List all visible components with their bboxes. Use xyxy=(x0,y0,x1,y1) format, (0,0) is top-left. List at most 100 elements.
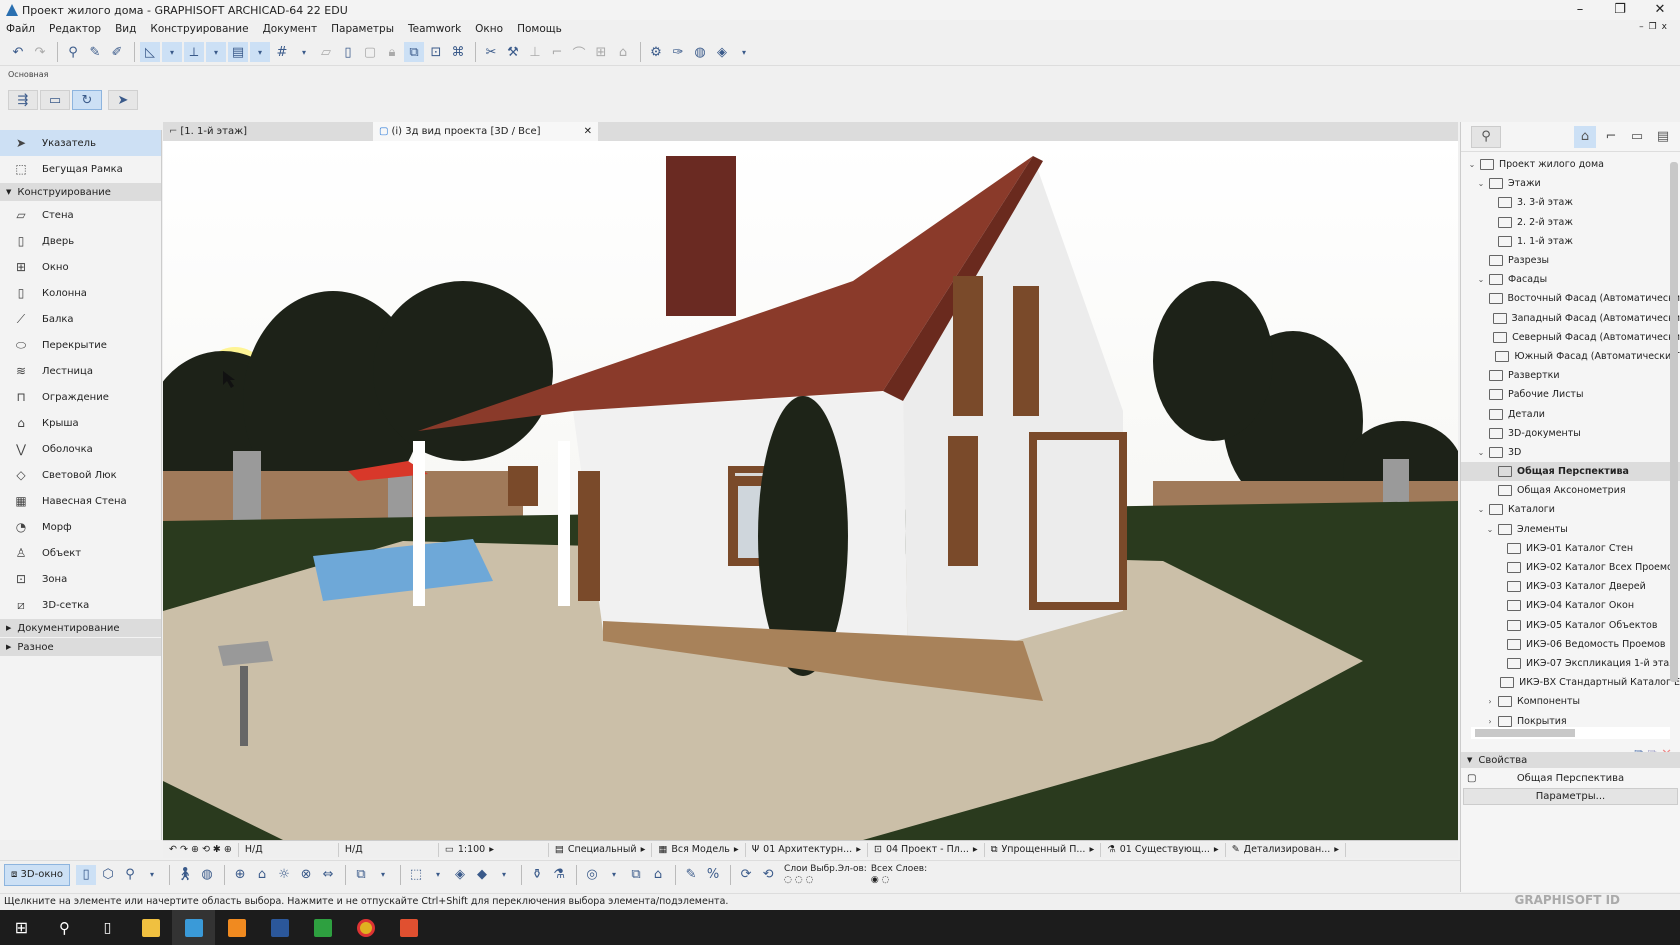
tree-item[interactable]: Детали xyxy=(1461,404,1680,423)
app-orange-icon[interactable] xyxy=(215,910,258,945)
tree-item[interactable]: Общая Перспектива xyxy=(1461,462,1680,482)
view-tab[interactable]: ⌐ [1. 1-й этаж] xyxy=(163,122,393,141)
marquee-3d-icon[interactable]: ⬚ xyxy=(406,865,426,885)
tree-toggle-icon[interactable]: ⌄ xyxy=(1467,160,1477,169)
tree-item[interactable]: ИКЭ-03 Каталог Дверей xyxy=(1461,577,1680,596)
rotate-icon[interactable]: ↻ xyxy=(72,90,102,110)
view-map-icon[interactable]: ⌐ xyxy=(1600,126,1622,148)
menu-item[interactable]: Окно xyxy=(475,23,503,35)
detail-level-selector[interactable]: ✎ Детализирован... ▸ xyxy=(1226,842,1347,857)
3d-explore-icon[interactable]: ◍ xyxy=(690,42,710,62)
pointer-mode-icon[interactable]: ➤ xyxy=(108,90,138,110)
renovation-filter-selector[interactable]: ⚗ 01 Существующ... ▸ xyxy=(1101,842,1226,857)
tree-item[interactable]: › Компоненты xyxy=(1461,692,1680,711)
tool-window[interactable]: ⊞ Окно xyxy=(0,254,161,280)
cutaway-icon[interactable]: ⌂ xyxy=(252,865,272,885)
sun-icon[interactable]: ☼ xyxy=(274,865,294,885)
gravity-icon[interactable]: ▤ xyxy=(228,42,248,62)
tree-item[interactable]: ИКЭ-06 Ведомость Проемов xyxy=(1461,635,1680,654)
tree-item[interactable]: ИКЭ-07 Экспликация 1-й этаж xyxy=(1461,654,1680,673)
projection-icon[interactable]: ⇔ xyxy=(318,865,338,885)
selection-method-icon[interactable]: ⇶ xyxy=(8,90,38,110)
dropdown-icon[interactable]: ▾ xyxy=(428,865,448,885)
graphisoft-id-link[interactable]: GRAPHISOFT ID xyxy=(1514,893,1620,907)
split-icon[interactable]: ✂ xyxy=(481,42,501,62)
menu-item[interactable]: Конструирование xyxy=(150,23,248,35)
tool-object[interactable]: ♙ Объект xyxy=(0,540,161,566)
eyedropper-icon[interactable]: ✎ xyxy=(85,42,105,62)
search-icon[interactable]: ⚲ xyxy=(43,910,86,945)
tree-item[interactable]: Северный Фасад (Автоматически xyxy=(1461,328,1680,347)
explode-icon[interactable]: ⌂ xyxy=(613,42,633,62)
grid-icon[interactable]: # xyxy=(272,42,292,62)
adjust-icon[interactable]: ⚒ xyxy=(503,42,523,62)
nav-value-1[interactable]: Н/Д xyxy=(239,842,339,857)
sketch-icon[interactable]: ✎ xyxy=(681,865,701,885)
cutting-planes-icon[interactable]: ◈ xyxy=(450,865,470,885)
section-header[interactable]: ▼ Конструирование xyxy=(0,183,161,201)
layer-combination-selector[interactable]: Ψ 01 Архитектурн... ▸ xyxy=(746,842,868,857)
nav-value-2[interactable]: Н/Д xyxy=(339,842,439,857)
tree-item[interactable]: ИКЭ-01 Каталог Стен xyxy=(1461,539,1680,558)
solid-ops-icon[interactable]: ⚙ xyxy=(646,42,666,62)
tree-toggle-icon[interactable]: ⌄ xyxy=(1485,525,1495,534)
menu-item[interactable]: Параметры xyxy=(331,23,394,35)
tool-slab[interactable]: ⬭ Перекрытие xyxy=(0,332,161,358)
tree-item[interactable]: Общая Аксонометрия xyxy=(1461,481,1680,500)
view-tab[interactable]: ▢ (i) 3д вид проекта [3D / Все] ✕ xyxy=(373,122,598,141)
tool-railing[interactable]: ⊓ Ограждение xyxy=(0,384,161,410)
tool-door[interactable]: ▯ Дверь xyxy=(0,228,161,254)
dropdown-icon[interactable]: ▾ xyxy=(206,42,226,62)
tool-pointer[interactable]: ➤ Указатель xyxy=(0,130,161,156)
tree-item[interactable]: ⌄ Элементы xyxy=(1461,520,1680,539)
lock-icon[interactable]: 🔒︎ xyxy=(382,42,402,62)
fit-icon[interactable]: ⌘ xyxy=(448,42,468,62)
dropdown-icon[interactable]: ▾ xyxy=(142,865,162,885)
explore-icon[interactable]: ◍ xyxy=(197,865,217,885)
dropdown-icon[interactable]: ▾ xyxy=(162,42,182,62)
syringe-icon[interactable]: ✐ xyxy=(107,42,127,62)
camera-icon[interactable]: ◎ xyxy=(582,865,602,885)
tree-item[interactable]: ⌄ Фасады xyxy=(1461,270,1680,289)
tree-item[interactable]: 3. 3-й этаж xyxy=(1461,193,1680,212)
tool-zone[interactable]: ⊡ Зона xyxy=(0,566,161,592)
dropdown-icon[interactable]: ▾ xyxy=(604,865,624,885)
tool-skylight[interactable]: ◇ Световой Люк xyxy=(0,462,161,488)
menu-item[interactable]: Teamwork xyxy=(408,23,461,35)
tool-shell[interactable]: ⋁ Оболочка xyxy=(0,436,161,462)
tree-toggle-icon[interactable]: ⌄ xyxy=(1476,505,1486,514)
axonometry-icon[interactable]: ⬡ xyxy=(98,865,118,885)
snap-icon[interactable]: ⟂ xyxy=(184,42,204,62)
pick-up-icon[interactable]: ⚲ xyxy=(63,42,83,62)
menu-item[interactable]: Редактор xyxy=(49,23,101,35)
tool-marquee[interactable]: ⬚ Бегущая Рамка xyxy=(0,156,161,182)
offset-icon[interactable]: ⌒ xyxy=(569,42,589,62)
hide-selection-icon[interactable]: ⟲ xyxy=(758,865,778,885)
dropdown-icon[interactable]: ▾ xyxy=(734,42,754,62)
start-button[interactable]: ⊞ xyxy=(0,910,43,945)
suspend-groups-icon[interactable]: ▱ xyxy=(316,42,336,62)
tool-wall[interactable]: ▱ Стена xyxy=(0,202,161,228)
zoom-controls[interactable]: ↶ ↷ ⊕ ⟲ ✱ ⊕ xyxy=(163,842,239,857)
document-window-controls[interactable]: –❐x xyxy=(1639,22,1672,32)
walk-icon[interactable]: 🚶︎ xyxy=(175,865,195,885)
camtasia-icon[interactable] xyxy=(301,910,344,945)
close-button[interactable]: ✕ xyxy=(1640,0,1680,20)
tool-morph[interactable]: ◔ Морф xyxy=(0,514,161,540)
tree-item[interactable]: Западный Фасад (Автоматически xyxy=(1461,309,1680,328)
tree-toggle-icon[interactable]: ⌄ xyxy=(1476,179,1486,188)
tree-item[interactable]: ИКЭ-05 Каталог Объектов xyxy=(1461,616,1680,635)
publisher-icon[interactable]: ▤ xyxy=(1652,126,1674,148)
render-window-icon[interactable]: ⧉ xyxy=(626,865,646,885)
filter-icon[interactable]: ⊕ xyxy=(230,865,250,885)
resize-icon[interactable]: ⊞ xyxy=(591,42,611,62)
menu-item[interactable]: Файл xyxy=(6,23,35,35)
word-icon[interactable] xyxy=(258,910,301,945)
tree-item[interactable]: Рабочие Листы xyxy=(1461,385,1680,404)
tool-curtain-wall[interactable]: ▦ Навесная Стена xyxy=(0,488,161,514)
tool-roof[interactable]: ⌂ Крыша xyxy=(0,410,161,436)
brush-icon[interactable]: ⚱ xyxy=(527,865,547,885)
tree-item[interactable]: 3D-документы xyxy=(1461,424,1680,443)
tree-item[interactable]: Восточный Фасад (Автоматически xyxy=(1461,289,1680,308)
redo-icon[interactable]: ↷ xyxy=(30,42,50,62)
